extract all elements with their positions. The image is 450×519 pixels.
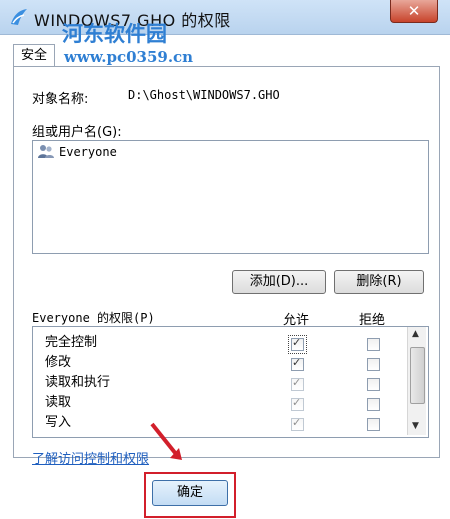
scroll-up-icon[interactable]: ▲ [412, 329, 419, 339]
permissions-list: 完全控制 修改 读取和执行 读取 写入 ▲ ▼ [32, 326, 429, 438]
allow-checkbox-modify[interactable] [291, 356, 304, 371]
access-control-help-link[interactable]: 了解访问控制和权限 [32, 448, 149, 467]
permission-row-read-execute: 读取和执行 [45, 375, 111, 390]
tab-security[interactable]: 安全 [13, 44, 55, 67]
permission-row-full-control: 完全控制 [45, 335, 98, 350]
deny-checkbox-full-control[interactable] [367, 338, 380, 351]
close-button[interactable]: ✕ [390, 0, 438, 23]
permission-row-write: 写入 [45, 415, 72, 430]
group-users-list[interactable]: Everyone [32, 140, 429, 254]
annotation-arrow-icon [150, 422, 182, 460]
permission-row-read: 读取 [45, 395, 72, 410]
deny-checkbox-write[interactable] [367, 418, 380, 431]
list-item-label: Everyone [59, 145, 117, 159]
deny-checkbox-read[interactable] [367, 398, 380, 411]
object-name-value: D:\Ghost\WINDOWS7.GHO [128, 88, 280, 102]
add-button[interactable]: 添加(D)... [232, 270, 326, 294]
permission-row-modify: 修改 [45, 355, 72, 370]
allow-checkbox-full-control[interactable] [288, 335, 307, 354]
object-name-label: 对象名称: [32, 92, 89, 107]
remove-button[interactable]: 删除(R) [334, 270, 424, 294]
allow-checkbox-read-execute[interactable] [291, 376, 304, 391]
deny-checkbox-modify[interactable] [367, 358, 380, 371]
permissions-scrollbar[interactable]: ▲ ▼ [407, 327, 426, 435]
group-users-label: 组或用户名(G): [32, 125, 122, 140]
ok-button[interactable]: 确定 [152, 480, 228, 506]
list-item[interactable]: Everyone [37, 144, 117, 160]
users-group-icon [38, 145, 54, 158]
scrollbar-thumb[interactable] [410, 347, 425, 404]
allow-checkbox-read[interactable] [291, 396, 304, 411]
watermark-site-name: 河东软件园 [62, 21, 167, 46]
allow-checkbox-write[interactable] [291, 416, 304, 431]
app-logo-icon [11, 9, 27, 25]
deny-checkbox-read-execute[interactable] [367, 378, 380, 391]
watermark-url: www.pc0359.cn [64, 48, 194, 66]
permissions-label: Everyone 的权限(P) [32, 311, 155, 325]
scroll-down-icon[interactable]: ▼ [412, 421, 419, 431]
